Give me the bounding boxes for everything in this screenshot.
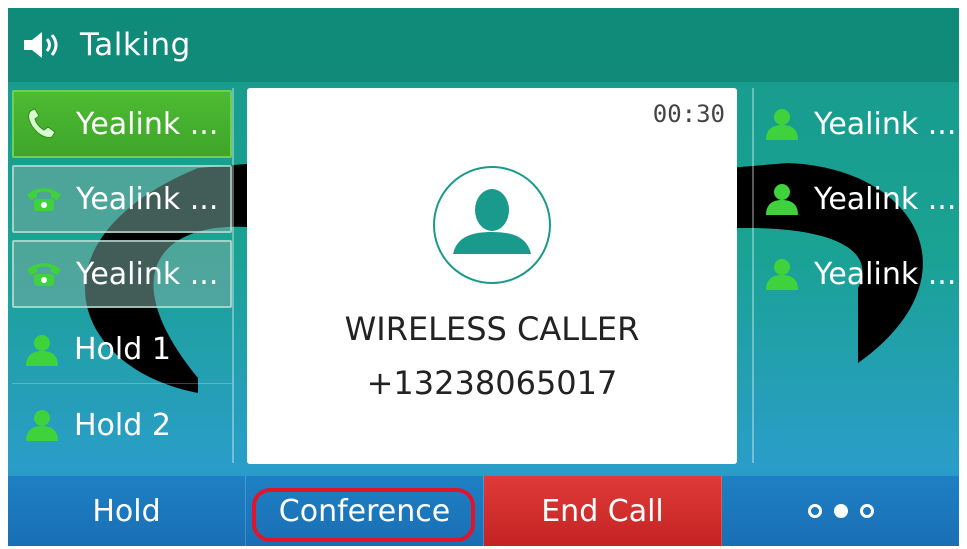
hold-button-label: Hold	[92, 493, 161, 529]
call-status-title: Talking	[80, 27, 191, 63]
line-key-2[interactable]: Yealink ...	[12, 165, 232, 233]
end-call-button[interactable]: End Call	[484, 476, 722, 546]
line-key-hold-2[interactable]: Hold 2	[12, 391, 232, 459]
line-key-1[interactable]: Yealink ...	[12, 90, 232, 158]
more-dot-2	[833, 504, 848, 518]
more-dot-1	[807, 504, 822, 518]
more-dot-3	[859, 504, 874, 518]
caller-name: WIRELESS CALLER	[344, 310, 640, 348]
caller-number: +13238065017	[366, 364, 618, 402]
right-line-key-2[interactable]: Yealink ...	[752, 165, 959, 233]
call-timer: 00:30	[652, 100, 725, 128]
right-line-key-2-label: Yealink ...	[814, 181, 957, 217]
line-key-3-label: Yealink ...	[76, 256, 219, 292]
line-key-3[interactable]: Yealink ...	[12, 240, 232, 308]
conference-button[interactable]: Conference	[246, 476, 484, 546]
left-line-keys: Yealink ... Yealink ... Yealink ... Hold…	[12, 88, 234, 470]
line-key-hold-1[interactable]: Hold 1	[12, 316, 232, 384]
phone-hold-icon	[27, 188, 61, 211]
right-line-key-3[interactable]: Yealink ...	[752, 240, 959, 308]
softkey-bar: Hold Conference End Call	[8, 476, 959, 546]
hold-button[interactable]: Hold	[8, 476, 246, 546]
right-line-keys: Yealink ... Yealink ... Yealink ...	[752, 88, 959, 470]
contact-icon	[26, 410, 58, 441]
right-line-key-1[interactable]: Yealink ...	[752, 90, 959, 158]
line-key-2-label: Yealink ...	[76, 181, 219, 217]
right-line-key-1-label: Yealink ...	[814, 106, 957, 142]
line-key-hold-2-label: Hold 2	[74, 407, 171, 443]
conference-button-label: Conference	[278, 493, 451, 529]
more-options-icon	[807, 504, 874, 518]
speaker-icon	[24, 32, 58, 58]
phone-screen: Talking Yealink ... Yealink ... Yealink …	[8, 8, 959, 546]
caller-avatar-icon	[433, 166, 551, 284]
end-call-button-label: End Call	[541, 493, 664, 529]
right-line-key-3-label: Yealink ...	[814, 256, 957, 292]
active-call-card: 00:30 WIRELESS CALLER +13238065017	[247, 88, 737, 464]
phone-active-icon	[28, 108, 56, 138]
phone-hold-icon	[27, 263, 61, 286]
more-options-button[interactable]	[722, 476, 959, 546]
status-bar: Talking	[8, 8, 959, 82]
line-key-hold-1-label: Hold 1	[74, 332, 171, 367]
contact-icon	[766, 259, 798, 290]
contact-icon	[766, 109, 798, 140]
contact-icon	[26, 334, 58, 366]
line-key-1-label: Yealink ...	[76, 106, 219, 142]
contact-icon	[766, 184, 798, 215]
